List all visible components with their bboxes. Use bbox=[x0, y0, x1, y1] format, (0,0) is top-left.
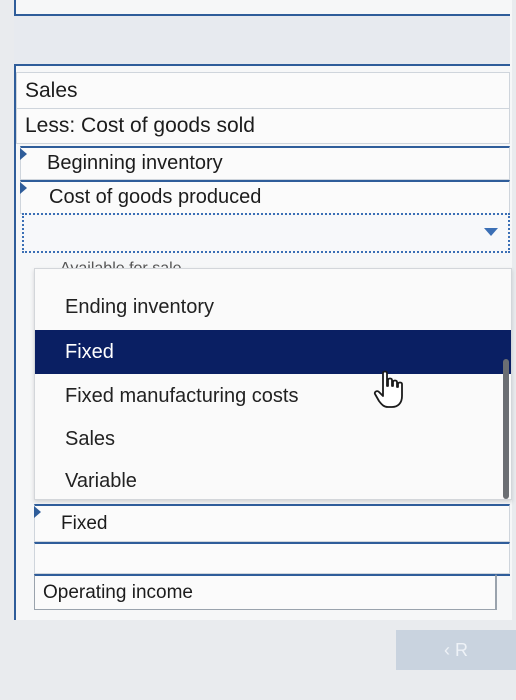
dropdown-menu[interactable]: Ending inventory Fixed Fixed manufacturi… bbox=[34, 268, 512, 500]
option-label: Fixed manufacturing costs bbox=[65, 384, 299, 407]
selected-value-row[interactable]: Fixed bbox=[34, 504, 510, 542]
header-band bbox=[14, 16, 510, 64]
operating-income-row: Operating income bbox=[34, 574, 496, 610]
operating-income-amount-cell[interactable] bbox=[496, 574, 510, 610]
cost-goods-produced-row[interactable]: Cost of goods produced bbox=[20, 180, 510, 214]
option-label: Sales bbox=[65, 427, 116, 450]
option-label: Fixed bbox=[65, 340, 114, 363]
selected-value-label: Fixed bbox=[61, 512, 108, 534]
dropdown-option-fixed-manufacturing-costs[interactable]: Fixed manufacturing costs bbox=[35, 374, 511, 418]
empty-row bbox=[34, 542, 510, 574]
less-cogs-label: Less: Cost of goods sold bbox=[25, 114, 255, 137]
dropdown-scrollbar[interactable] bbox=[503, 359, 509, 499]
dropdown-option-fixed[interactable]: Fixed bbox=[35, 330, 511, 374]
beginning-inventory-row[interactable]: Beginning inventory bbox=[20, 146, 510, 180]
next-button[interactable]: ‹ R bbox=[396, 630, 516, 670]
hand-cursor-icon bbox=[373, 370, 403, 408]
header-divider-2 bbox=[14, 64, 510, 66]
row-flag-icon bbox=[34, 506, 41, 518]
chevron-down-icon[interactable] bbox=[484, 228, 498, 236]
less-cogs-row: Less: Cost of goods sold bbox=[16, 108, 510, 144]
option-label: Variable bbox=[65, 469, 137, 492]
account-select[interactable] bbox=[22, 213, 510, 253]
row-flag-icon bbox=[20, 148, 27, 160]
hidden-row-label: Available for sale bbox=[60, 260, 182, 268]
beginning-inventory-label: Beginning inventory bbox=[47, 152, 223, 174]
row-flag-icon bbox=[20, 182, 27, 194]
sales-row: Sales bbox=[16, 72, 510, 110]
option-label: Ending inventory bbox=[65, 295, 214, 318]
dropdown-option-variable[interactable]: Variable bbox=[35, 459, 511, 503]
dropdown-option-ending-inventory[interactable]: Ending inventory bbox=[35, 285, 511, 329]
next-button-label: ‹ R bbox=[444, 639, 468, 660]
cost-goods-produced-label: Cost of goods produced bbox=[49, 186, 262, 208]
sales-label: Sales bbox=[25, 79, 78, 102]
dropdown-option-sales[interactable]: Sales bbox=[35, 417, 511, 461]
operating-income-label: Operating income bbox=[43, 581, 193, 603]
